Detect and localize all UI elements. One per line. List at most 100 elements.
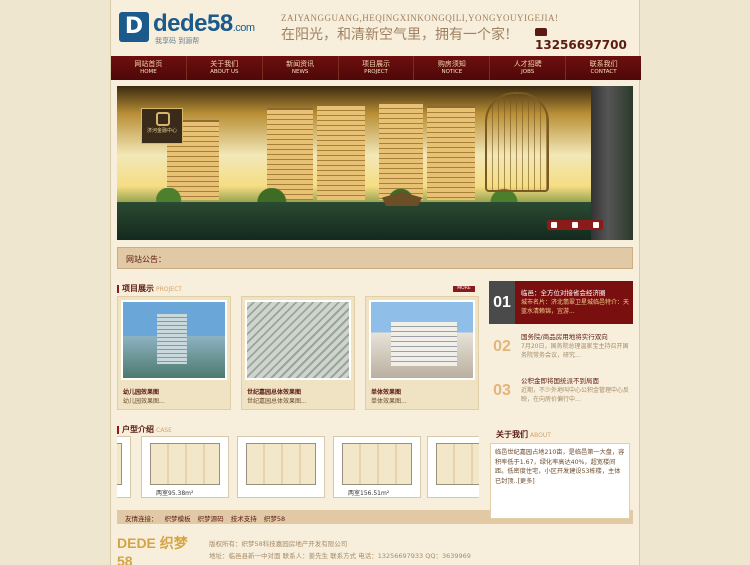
birdcage-image	[485, 92, 549, 192]
section-title-en: CASE	[156, 427, 172, 434]
logo-suffix: .com	[232, 22, 255, 34]
news-item[interactable]: 03 公积金即将国统派不到局面 近期，不少外地叫中心公积金管理中心反映，在向房价…	[489, 369, 633, 412]
news-number: 02	[493, 338, 511, 355]
footer-address: 地址：临邑县新一中对面 联系人：姜先生 联系方式 电话：13256697933 …	[209, 552, 471, 560]
badge-label: 济河金融中心	[146, 128, 177, 134]
title-bar-icon	[117, 284, 119, 293]
banner-badge: 济河金融中心	[141, 108, 183, 144]
phone-number: 13256697700	[535, 24, 641, 52]
news-number: 01	[489, 281, 515, 324]
header: D dede58.com 我享码 到源帮 ZAIYANGGUANG,HEQING…	[111, 0, 641, 55]
nav-label-cn: 联系我们	[589, 60, 618, 68]
logo-num: 58	[207, 10, 233, 37]
section-title-projects: 项目展示 PROJECT	[117, 283, 182, 294]
footer-info: 版权所有：织梦58科技嘉园房地产开发有限公司 地址：临邑县新一中对面 联系人：姜…	[209, 538, 471, 562]
nav-label-en: NOTICE	[441, 69, 463, 75]
banner-building	[379, 102, 423, 200]
nav-item-project[interactable]: 项目展示 PROJECT	[339, 56, 415, 80]
project-title[interactable]: 世纪嘉园总体效果图	[247, 387, 301, 396]
banner-building	[317, 104, 365, 200]
site-logo[interactable]: D dede58.com 我享码 到源帮	[119, 10, 269, 46]
nav-label-cn: 项目展示	[362, 60, 390, 68]
news-title[interactable]: 公积金即将国统派不到局面	[521, 375, 629, 385]
nav-item-notice[interactable]: 购房须知 NOTICE	[414, 56, 491, 80]
tagline-english: ZAIYANGGUANG,HEQINGXINKONGQILI,YONGYOUYI…	[281, 13, 559, 23]
more-button[interactable]: MORE	[453, 286, 475, 292]
house-card[interactable]	[237, 436, 325, 498]
project-image[interactable]	[245, 300, 351, 380]
nav-label-en: CONTACT	[590, 69, 617, 75]
slider-controls[interactable]	[547, 220, 603, 230]
friend-link[interactable]: 织梦源码	[198, 515, 224, 523]
nav-label-en: PROJECT	[364, 69, 388, 75]
project-image[interactable]	[121, 300, 227, 380]
footer-logo: DEDE 织梦58	[117, 535, 188, 565]
friend-link[interactable]: 技术支持	[231, 515, 257, 523]
hero-banner[interactable]: 济河金融中心	[117, 86, 633, 240]
project-card[interactable]: 幼儿园效果图 幼儿园效果图...	[117, 296, 231, 410]
section-title-text: 项目展示	[122, 284, 154, 293]
about-title-en: ABOUT	[530, 432, 551, 439]
logo-text: dede58.com	[153, 10, 255, 38]
nav-label-cn: 关于我们	[210, 60, 239, 68]
announcement-bar: 网站公告：	[117, 247, 633, 269]
nav-item-home[interactable]: 网站首页 HOME	[111, 56, 187, 80]
project-title[interactable]: 单体效果图	[371, 387, 401, 396]
nav-item-contact[interactable]: 联系我们 CONTACT	[566, 56, 641, 80]
nav-label-cn: 人才招聘	[513, 60, 542, 68]
slider-dot[interactable]	[551, 222, 557, 228]
project-desc: 幼儿园效果图...	[123, 398, 165, 405]
house-card[interactable]: 两室95.38m²	[141, 436, 229, 498]
project-desc: 世纪嘉园总体效果图...	[247, 398, 307, 405]
friend-link[interactable]: 织梦58	[264, 515, 285, 523]
friend-link[interactable]: 织梦模板	[165, 515, 191, 523]
floor-plan-image	[150, 443, 220, 485]
nav-label-en: JOBS	[521, 69, 535, 75]
project-image[interactable]	[369, 300, 475, 380]
building-logo-icon	[156, 112, 170, 126]
tagline-chinese: 在阳光，和清新空气里，拥有一个家!	[281, 27, 511, 43]
floor-plan-image	[436, 443, 479, 485]
house-card[interactable]	[117, 436, 131, 498]
house-card[interactable]: 两室156.51m²	[333, 436, 421, 498]
about-body: 临邑世纪嘉园占地210亩，是临邑第一大盘，容积率低于1.67，绿化率高达40%，…	[490, 443, 630, 519]
project-card[interactable]: 单体效果图 单体效果图...	[365, 296, 479, 410]
project-list: 幼儿园效果图 幼儿园效果图... 世纪嘉园总体效果图 世纪嘉园总体效果图... …	[117, 296, 479, 410]
section-title-en: PROJECT	[156, 286, 182, 293]
links-label: 友情连接：	[125, 515, 158, 523]
news-list: 01 临邑：全方位对接省会经济圈 城市名片：济北翡翠卫星城临邑特介：天蓝水清赖锦…	[489, 281, 633, 411]
nav-label-cn: 购房须知	[437, 60, 466, 68]
main-nav: 网站首页 HOME 关于我们 ABOUT US 新闻资讯 NEWS 项目展示 PROJE…	[111, 56, 641, 80]
project-card[interactable]: 世纪嘉园总体效果图 世纪嘉园总体效果图...	[241, 296, 355, 410]
news-summary: 7月20日，国务院总理温家宝主持召开国务院常务会议，研究...	[521, 343, 629, 359]
section-title-text: 户型介绍	[122, 425, 154, 434]
logo-mark-icon: D	[119, 12, 149, 42]
phone-icon	[535, 27, 547, 36]
house-caption: 两室156.51m²	[348, 490, 390, 497]
nav-item-jobs[interactable]: 人才招聘 JOBS	[490, 56, 567, 80]
news-title[interactable]: 国务院/商品房用地将实行双向	[521, 331, 629, 341]
news-title[interactable]: 临邑：全方位对接省会经济圈	[521, 287, 629, 297]
news-number: 03	[493, 382, 511, 399]
section-title-houses: 户型介绍 CASE	[117, 424, 172, 435]
project-title[interactable]: 幼儿园效果图	[123, 387, 159, 396]
slider-dot[interactable]	[593, 222, 599, 228]
nav-label-cn: 新闻资讯	[286, 60, 315, 68]
house-type-carousel: 两室95.38m² 两室156.51m²	[117, 436, 479, 498]
nav-label-en: NEWS	[291, 69, 309, 75]
about-panel: 关于我们 ABOUT 临邑世纪嘉园占地210亩，是临邑第一大盘，容积率低于1.67…	[490, 425, 634, 521]
nav-item-about[interactable]: 关于我们 ABOUT US	[187, 56, 263, 80]
news-item[interactable]: 02 国务院/商品房用地将实行双向 7月20日，国务院总理温家宝主持召开国务院常…	[489, 325, 633, 368]
banner-wall	[591, 86, 633, 240]
house-caption: 两室95.38m²	[156, 490, 194, 497]
project-desc: 单体效果图...	[371, 398, 407, 405]
news-item[interactable]: 01 临邑：全方位对接省会经济圈 城市名片：济北翡翠卫星城临邑特介：天蓝水清赖锦…	[489, 281, 633, 324]
slider-dot[interactable]	[572, 222, 578, 228]
nav-label-en: HOME	[140, 69, 157, 75]
news-summary: 近期，不少外地叫中心公积金管理中心反映，在向房价偏行中...	[521, 387, 629, 403]
floor-plan-image	[246, 443, 316, 485]
nav-item-news[interactable]: 新闻资讯 NEWS	[263, 56, 339, 80]
house-card[interactable]	[427, 436, 479, 498]
news-summary: 城市名片：济北翡翠卫星城临邑特介：天蓝水清赖锦，宜游...	[521, 299, 629, 315]
announcement-label: 网站公告：	[126, 255, 166, 264]
